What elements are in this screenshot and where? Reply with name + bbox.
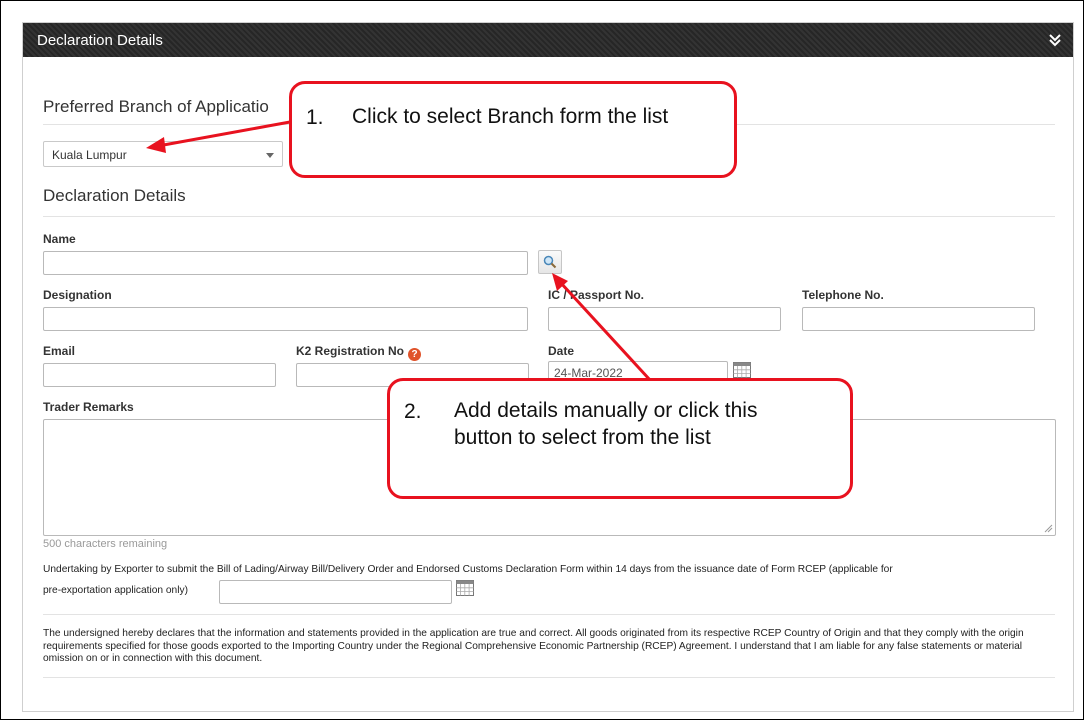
callout-2: 2. Add details manually or click this bu… [387, 378, 853, 499]
k2-registration-label-text: K2 Registration No [296, 344, 405, 358]
panel-header[interactable]: Declaration Details [23, 23, 1073, 57]
undertaking-date-input[interactable] [219, 580, 452, 604]
branch-section-heading: Preferred Branch of Applicatio [43, 97, 269, 116]
divider [43, 614, 1055, 615]
branch-select[interactable]: Kuala Lumpur [43, 141, 283, 167]
calendar-icon[interactable] [456, 580, 474, 596]
chevron-double-down-icon[interactable] [1047, 32, 1063, 48]
calendar-icon[interactable] [733, 362, 751, 378]
divider [43, 216, 1055, 217]
name-input[interactable] [43, 251, 528, 275]
search-icon [543, 255, 557, 269]
callout-1-number: 1. [306, 106, 324, 129]
name-label: Name [43, 232, 76, 246]
email-input[interactable] [43, 363, 276, 387]
callout-1-text: Click to select Branch form the list [352, 105, 669, 128]
designation-label: Designation [43, 288, 112, 302]
callout-1: 1. Click to select Branch form the list [289, 81, 737, 178]
chevron-down-icon [266, 153, 274, 158]
branch-select-value: Kuala Lumpur [52, 148, 127, 162]
declaration-statement: The undersigned hereby declares that the… [43, 628, 1024, 664]
k2-registration-label: K2 Registration No? [296, 344, 422, 361]
date-label: Date [548, 344, 575, 358]
telephone-input[interactable] [802, 307, 1035, 331]
undertaking-text-line2: pre-exportation application only) [43, 585, 188, 596]
telephone-label: Telephone No. [802, 288, 884, 302]
trader-remarks-label: Trader Remarks [43, 400, 134, 414]
ic-passport-label: IC / Passport No. [548, 288, 645, 302]
designation-input[interactable] [43, 307, 528, 331]
name-search-button[interactable] [538, 250, 562, 274]
callout-2-text: Add details manually or click this butto… [454, 399, 758, 449]
characters-remaining: 500 characters remaining [43, 538, 168, 550]
callout-2-number: 2. [404, 400, 422, 423]
panel-title: Declaration Details [37, 32, 163, 49]
help-icon[interactable]: ? [408, 348, 422, 361]
resize-grip-icon[interactable] [1043, 523, 1053, 533]
declaration-section-heading: Declaration Details [43, 186, 186, 205]
divider [43, 677, 1055, 678]
undertaking-text-line1: Undertaking by Exporter to submit the Bi… [43, 564, 893, 575]
ic-passport-input[interactable] [548, 307, 781, 331]
email-label: Email [43, 344, 76, 358]
